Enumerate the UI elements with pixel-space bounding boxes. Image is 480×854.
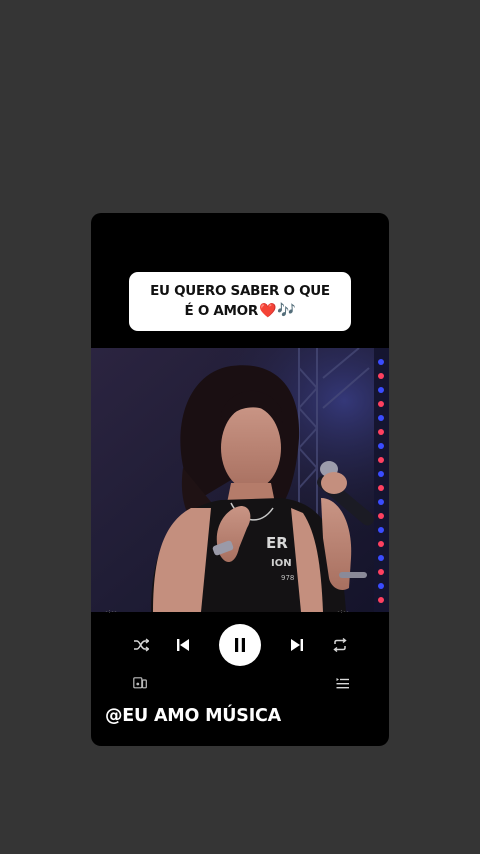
connect-device-icon[interactable] — [132, 675, 148, 691]
caption-line-2: É O AMOR❤️🎶 — [185, 301, 296, 321]
previous-icon[interactable] — [173, 635, 193, 655]
caption-box: EU QUERO SABER O QUE É O AMOR❤️🎶 — [129, 272, 351, 331]
caption-line-2-text: É O AMOR — [184, 303, 259, 319]
caption-line-1: EU QUERO SABER O QUE — [150, 283, 330, 299]
repeat-icon[interactable] — [330, 635, 350, 655]
video-frame[interactable]: ER ION 978 — [91, 348, 389, 612]
story-screen: EU QUERO SABER O QUE É O AMOR❤️🎶 ER ION … — [0, 0, 480, 854]
next-icon[interactable] — [287, 635, 307, 655]
shuffle-icon[interactable] — [131, 635, 151, 655]
progress-bar[interactable]: -:-- -:-- — [91, 609, 389, 619]
music-notes-emoji: 🎶 — [277, 301, 296, 319]
heart-emoji: ❤️ — [258, 303, 277, 319]
svg-text:ION: ION — [271, 558, 292, 569]
watermark-handle: @EU AMO MÚSICA — [105, 706, 282, 726]
svg-text:ER: ER — [266, 534, 288, 552]
music-player-card: EU QUERO SABER O QUE É O AMOR❤️🎶 ER ION … — [91, 213, 389, 746]
pause-button[interactable] — [219, 624, 261, 666]
concert-performer-image: ER ION 978 — [91, 348, 389, 612]
queue-icon[interactable] — [334, 675, 350, 691]
pause-icon — [235, 638, 245, 652]
elapsed-time: -:-- — [105, 609, 118, 615]
playback-controls — [91, 623, 389, 667]
svg-text:978: 978 — [281, 574, 294, 582]
bottom-toolbar — [91, 675, 389, 691]
remaining-time: -:-- — [336, 609, 349, 615]
